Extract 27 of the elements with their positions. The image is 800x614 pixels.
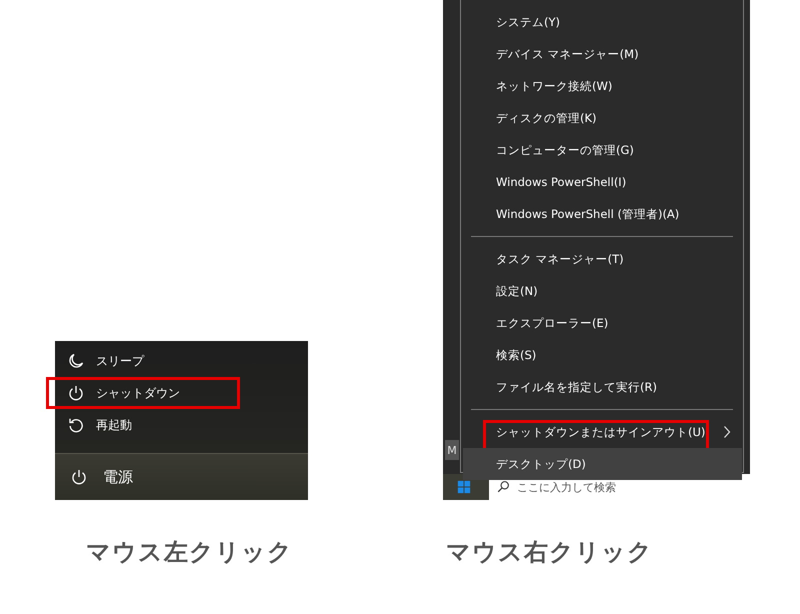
power-menu-item[interactable]: スリープ: [46, 345, 240, 377]
caption: マウス右クリック: [446, 537, 653, 568]
chevron-right-icon: [723, 425, 731, 439]
menu-item[interactable]: 検索(S): [461, 339, 743, 371]
power-icon: [71, 469, 87, 485]
menu-item[interactable]: タスク マネージャー(T): [461, 243, 743, 275]
menu-item[interactable]: デスクトップ(D): [463, 448, 742, 480]
menu-item[interactable]: ファイル名を指定して実行(R): [461, 371, 743, 403]
menu-item[interactable]: デバイス マネージャー(M): [461, 38, 743, 70]
windows-logo-icon[interactable]: [457, 480, 471, 494]
power-menu-item[interactable]: 再起動: [46, 409, 240, 441]
menu-item[interactable]: 設定(N): [461, 275, 743, 307]
menu-item[interactable]: エクスプローラー(E): [461, 307, 743, 339]
menu-item[interactable]: コンピューターの管理(G): [461, 134, 743, 166]
taskbar-tile: M: [445, 440, 459, 460]
power-button[interactable]: 電源: [55, 453, 308, 500]
moon-icon: [68, 353, 84, 369]
menu-item[interactable]: システム(Y): [461, 6, 743, 38]
caption: マウス左クリック: [86, 537, 293, 568]
menu-item[interactable]: Windows PowerShell (管理者)(A): [461, 198, 743, 230]
menu-item[interactable]: Windows PowerShell(I): [461, 166, 743, 198]
power-menu-item[interactable]: シャットダウン: [46, 377, 240, 409]
power-icon: [68, 385, 84, 401]
restart-icon: [68, 417, 84, 433]
search-icon: [497, 480, 510, 493]
menu-item[interactable]: ディスクの管理(K): [461, 102, 743, 134]
menu-item[interactable]: ネットワーク接続(W): [461, 70, 743, 102]
